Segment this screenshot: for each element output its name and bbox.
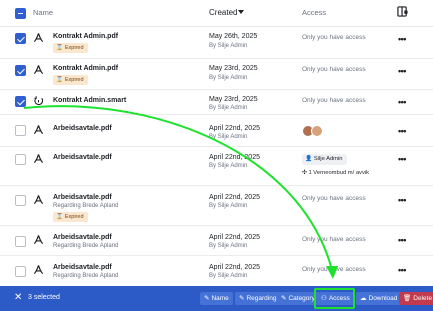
table-row[interactable]: Kontrakt Admin.pdf ⌛ Expired May 26th, 20… xyxy=(0,28,433,59)
created-by: By Silje Admin xyxy=(209,43,248,49)
columns-settings-icon[interactable] xyxy=(397,6,408,17)
created-by: By Silje Admin xyxy=(209,163,248,169)
access-text: Only you have access xyxy=(302,266,366,273)
close-icon[interactable]: ✕ xyxy=(14,292,22,304)
caret-down-icon[interactable] xyxy=(238,10,244,14)
more-options-icon[interactable]: ••• xyxy=(398,35,406,44)
selected-count: 3 selected xyxy=(28,294,60,301)
row-checkbox[interactable] xyxy=(15,154,26,165)
created-by: By Silje Admin xyxy=(209,203,248,209)
pdf-icon xyxy=(33,265,44,275)
created-by: By Silje Admin xyxy=(209,273,248,279)
access-user-chip[interactable]: 👤 Silje Admin xyxy=(302,154,347,165)
table-row[interactable]: Arbeidsavtale.pdf Regarding Brede Apland… xyxy=(0,187,433,226)
name-column-header[interactable]: Name xyxy=(33,8,53,17)
created-by: By Silje Admin xyxy=(209,243,248,249)
row-checkbox[interactable] xyxy=(15,266,26,277)
pdf-icon xyxy=(33,195,44,205)
created-date: April 22nd, 2025 xyxy=(209,234,260,241)
file-name[interactable]: Kontrakt Admin.smart xyxy=(53,97,126,104)
pencil-icon: ✎ xyxy=(281,295,287,302)
created-column-header[interactable]: Created xyxy=(209,8,237,17)
table-row[interactable]: Arbeidsavtale.pdf Regarding Brede Apland… xyxy=(0,257,433,286)
pdf-icon xyxy=(33,65,44,75)
delete-button[interactable]: 🗑 Delete xyxy=(399,292,433,305)
created-date: April 22nd, 2025 xyxy=(209,125,260,132)
created-date: May 23rd, 2025 xyxy=(209,96,258,103)
rename-button[interactable]: ✎ Name xyxy=(200,292,233,305)
regarding-text: Regarding Brede Apland xyxy=(53,273,119,279)
more-options-icon[interactable]: ••• xyxy=(398,127,406,136)
more-options-icon[interactable]: ••• xyxy=(398,236,406,245)
access-text: Only you have access xyxy=(302,195,366,202)
created-by: By Silje Admin xyxy=(209,105,248,111)
select-all-checkbox[interactable] xyxy=(15,8,26,19)
status-badge: ⌛ Expired xyxy=(53,212,88,222)
smart-doc-icon xyxy=(34,96,44,106)
status-badge: ⌛ Expired xyxy=(53,75,88,85)
pdf-icon xyxy=(33,33,44,43)
pdf-icon xyxy=(33,235,44,245)
created-date: April 22nd, 2025 xyxy=(209,194,260,201)
more-options-icon[interactable]: ••• xyxy=(398,98,406,107)
hourglass-icon: ⌛ xyxy=(56,77,63,83)
table-row[interactable]: Kontrakt Admin.smart May 23rd, 2025 By S… xyxy=(0,91,433,115)
user-icon: 👤 xyxy=(305,156,314,162)
file-name[interactable]: Arbeidsavtale.pdf xyxy=(53,194,112,201)
category-button[interactable]: ✎ Category xyxy=(277,292,319,305)
access-group-chip[interactable]: ✣ 1 Verneombud m/ avvik xyxy=(302,170,369,176)
hourglass-icon: ⌛ xyxy=(56,45,63,51)
row-checkbox[interactable] xyxy=(15,125,26,136)
row-checkbox[interactable] xyxy=(15,236,26,247)
created-date: April 22nd, 2025 xyxy=(209,264,260,271)
download-button[interactable]: ☁ Download xyxy=(356,292,402,305)
more-options-icon[interactable]: ••• xyxy=(398,155,406,164)
file-name[interactable]: Arbeidsavtale.pdf xyxy=(53,125,112,132)
created-date: May 23rd, 2025 xyxy=(209,65,258,72)
file-name[interactable]: Arbeidsavtale.pdf xyxy=(53,234,112,241)
table-row[interactable]: Arbeidsavtale.pdf April 22nd, 2025 By Si… xyxy=(0,116,433,147)
table-row[interactable]: Arbeidsavtale.pdf Regarding Brede Apland… xyxy=(0,227,433,256)
status-badge: ⌛ Expired xyxy=(53,43,88,53)
pencil-icon: ✎ xyxy=(239,295,245,302)
more-options-icon[interactable]: ••• xyxy=(398,266,406,275)
access-column-header: Access xyxy=(302,8,327,17)
regarding-text: Regarding Brede Apland xyxy=(53,243,119,249)
pdf-icon xyxy=(33,154,44,164)
hourglass-icon: ⌛ xyxy=(56,214,63,220)
bulk-action-bar: ✕ 3 selected ✎ Name ✎ Regarding ✎ Category … xyxy=(0,286,433,311)
avatar[interactable] xyxy=(311,125,323,137)
file-name[interactable]: Arbeidsavtale.pdf xyxy=(53,154,112,161)
regarding-button[interactable]: ✎ Regarding xyxy=(235,292,281,305)
more-options-icon[interactable]: ••• xyxy=(398,67,406,76)
file-name[interactable]: Kontrakt Admin.pdf xyxy=(53,33,118,40)
created-by: By Silje Admin xyxy=(209,75,248,81)
row-checkbox[interactable] xyxy=(15,65,26,76)
pdf-icon xyxy=(33,125,44,135)
regarding-text: Regarding Brede Apland xyxy=(53,203,119,209)
more-options-icon[interactable]: ••• xyxy=(398,196,406,205)
table-row[interactable]: Kontrakt Admin.pdf ⌛ Expired May 23rd, 20… xyxy=(0,60,433,90)
created-date: April 22nd, 2025 xyxy=(209,154,260,161)
access-text: Only you have access xyxy=(302,97,366,104)
row-checkbox[interactable] xyxy=(15,33,26,44)
access-text: Only you have access xyxy=(302,236,366,243)
table-row[interactable]: Arbeidsavtale.pdf April 22nd, 2025 By Si… xyxy=(0,148,433,186)
access-button-highlight xyxy=(314,288,355,309)
file-name[interactable]: Kontrakt Admin.pdf xyxy=(53,65,118,72)
table-header: Name Created Access xyxy=(0,0,433,27)
trash-icon: 🗑 xyxy=(403,295,412,302)
row-checkbox[interactable] xyxy=(15,195,26,206)
cloud-download-icon: ☁ xyxy=(360,295,367,302)
created-date: May 26th, 2025 xyxy=(209,33,258,40)
created-by: By Silje Admin xyxy=(209,134,248,140)
access-text: Only you have access xyxy=(302,66,366,73)
access-text: Only you have access xyxy=(302,34,366,41)
row-checkbox[interactable] xyxy=(15,96,26,107)
pencil-icon: ✎ xyxy=(204,295,210,302)
file-name[interactable]: Arbeidsavtale.pdf xyxy=(53,264,112,271)
